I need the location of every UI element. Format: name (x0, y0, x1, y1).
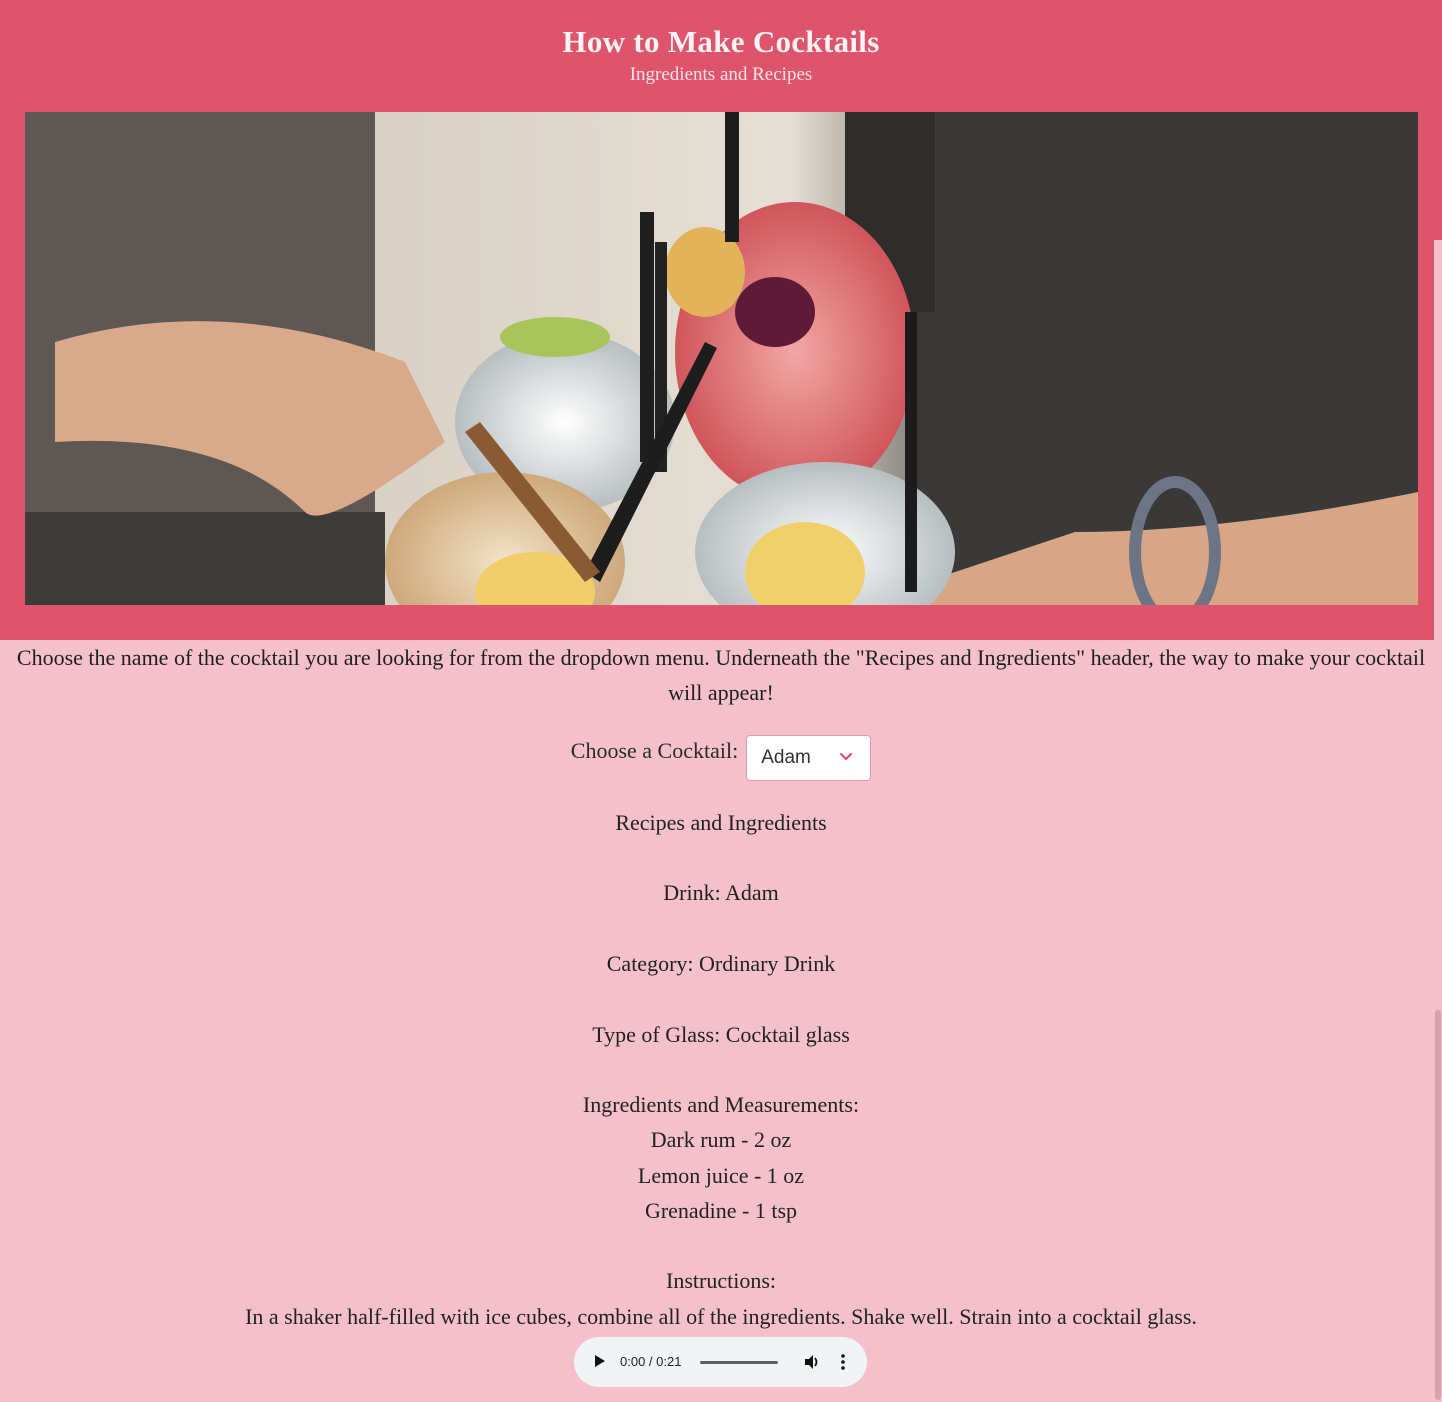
ingredient-item: Lemon juice - 1 oz (637, 1163, 805, 1188)
audio-player[interactable]: 0:00 / 0:21 (574, 1337, 867, 1387)
page: How to Make Cocktails Ingredients and Re… (0, 0, 1442, 1402)
cocktail-chooser: Choose a Cocktail: Adam (0, 735, 1442, 781)
site-subtitle: Ingredients and Recipes (629, 64, 813, 85)
drink-name: Drink: Adam (663, 880, 779, 905)
cocktail-select[interactable]: Adam (746, 735, 872, 781)
time-readout: 0:00 / 0:21 (620, 1354, 682, 1369)
glass-type: Type of Glass: Cocktail glass (592, 1022, 850, 1047)
drink-category: Category: Ordinary Drink (606, 951, 836, 976)
recipe-heading: Recipes and Ingredients (615, 810, 827, 835)
more-vertical-icon[interactable] (840, 1353, 846, 1371)
header-banner: How to Make Cocktails Ingredients and Re… (0, 0, 1442, 640)
play-icon[interactable] (594, 1354, 606, 1368)
ingredient-item: Grenadine - 1 tsp (644, 1198, 798, 1223)
instructions-text: In a shaker half-filled with ice cubes, … (245, 1304, 1197, 1329)
instructions-heading: Instructions: (666, 1268, 776, 1293)
ingredients-heading: Ingredients and Measurements: (582, 1092, 860, 1117)
hero-image (25, 112, 1418, 605)
chooser-label: Choose a Cocktail: (570, 738, 739, 763)
progress-slider[interactable] (700, 1361, 778, 1364)
volume-icon[interactable] (803, 1353, 821, 1371)
site-title: How to Make Cocktails (562, 24, 880, 59)
cocktail-select-value: Adam (761, 747, 811, 768)
scrollbar-thumb[interactable] (1435, 1010, 1441, 1400)
intro-text: Choose the name of the cocktail you are … (16, 645, 1426, 705)
ingredient-item: Dark rum - 2 oz (650, 1127, 792, 1152)
chevron-down-icon (840, 753, 853, 760)
